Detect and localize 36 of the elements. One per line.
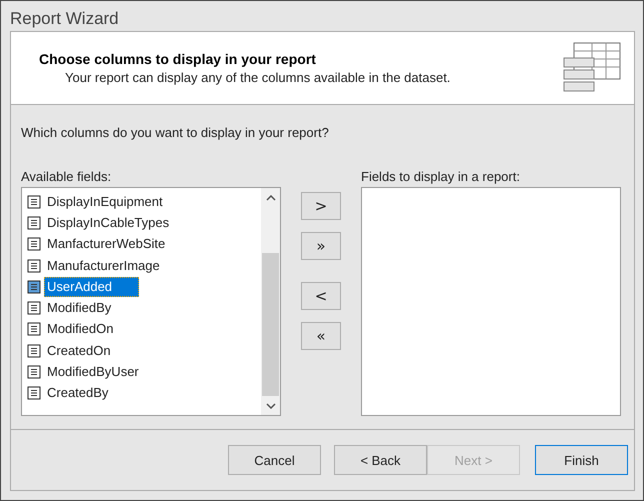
window-title: Report Wizard	[9, 8, 120, 30]
list-label: Available fields:	[21, 169, 112, 184]
field-icon	[27, 258, 41, 273]
field-item[interactable]: ModifiedByUser	[22, 361, 261, 383]
field-item[interactable]: DisplayInCableTypes	[22, 212, 261, 234]
field-icon	[27, 280, 41, 294]
field-item[interactable]: DisplayInEquipment	[22, 191, 261, 212]
field-item[interactable]: ManufacturerImage	[22, 254, 261, 276]
table-icon	[563, 42, 621, 94]
field-icon	[27, 237, 41, 252]
field-item[interactable]: UserAdded	[22, 276, 261, 298]
field-item[interactable]: CreatedBy	[22, 382, 261, 404]
field-icon	[27, 344, 41, 358]
field-item[interactable]: CreatedOn	[22, 340, 261, 362]
dialog-button[interactable]: Cancel	[228, 445, 321, 475]
field-icon	[27, 365, 41, 380]
field-item[interactable]: ModifiedOn	[22, 318, 261, 340]
move-button[interactable]: «	[301, 322, 341, 350]
field-icon	[27, 301, 41, 316]
field-icon	[27, 194, 41, 209]
field-item[interactable]: ModifiedBy	[22, 297, 261, 319]
move-button[interactable]: »	[301, 232, 341, 260]
scroll-thumb[interactable]	[262, 253, 279, 396]
field-icon	[27, 216, 41, 230]
field-icon	[27, 386, 41, 400]
step-description: Your report can display any of the columns available in the dataset.	[64, 70, 450, 85]
field-item[interactable]: ManfacturerWebSite	[22, 234, 261, 255]
field-icon	[27, 322, 41, 336]
move-button[interactable]: >	[301, 192, 341, 220]
list-label: Fields to display in a report:	[361, 169, 521, 184]
scrollbar[interactable]	[261, 188, 280, 415]
question-text: Which columns do you want to display in your report?	[21, 125, 330, 140]
dialog-button[interactable]: Finish	[535, 445, 628, 475]
move-button[interactable]: <	[301, 282, 341, 310]
step-title: Choose columns to display in your report	[39, 51, 317, 67]
dialog-button[interactable]: < Back	[334, 445, 427, 475]
